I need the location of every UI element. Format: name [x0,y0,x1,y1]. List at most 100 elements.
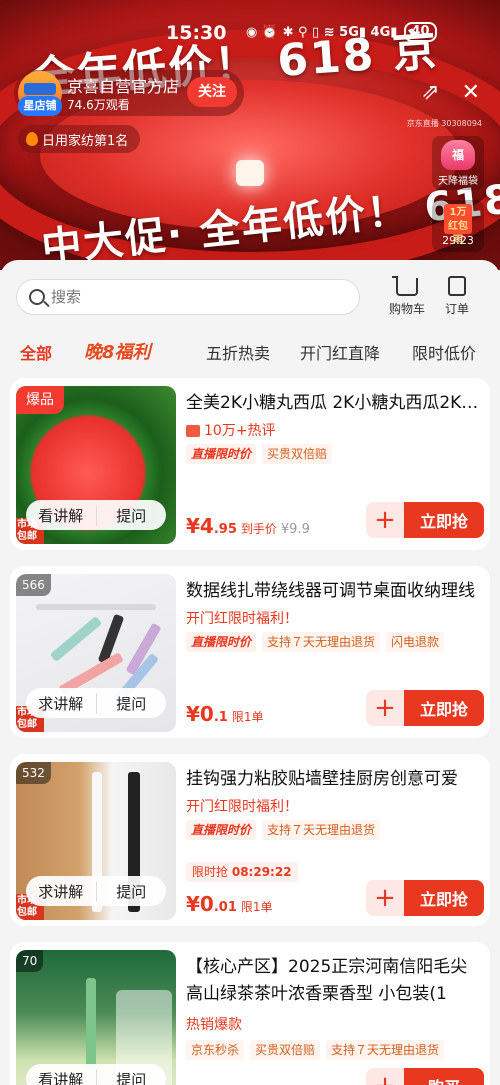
follow-button[interactable]: 关注 [187,77,237,107]
tab-limited-low[interactable]: 限时低价 [412,340,476,364]
rank-badge[interactable]: 日用家纺第1名 [18,125,141,153]
tag-row: 直播限时价 支持７天无理由退货 [186,820,381,840]
add-to-cart-button[interactable]: + [366,1068,404,1085]
tag: 直播限时价 [186,632,257,652]
ask-button[interactable]: 提问 [97,1069,167,1085]
explain-question-pair: 看讲解 提问 [26,500,166,530]
explain-question-pair: 求讲解 提问 [26,876,166,906]
order-icon [448,276,466,296]
battery-icon: 40 [404,22,437,42]
request-explain-button[interactable]: 求讲解 [26,692,97,714]
orders-button[interactable]: 订单 [432,276,482,317]
tab-half-price[interactable]: 五折热卖 [206,340,270,364]
search-icon [29,289,45,305]
tab-evening-8[interactable]: 晚8福利 [84,338,151,364]
hot-reviews: 10万+热评 [186,420,276,440]
original-price: ¥9.9 [280,522,310,537]
price: ¥0.1 限1单 [186,702,263,726]
search-input[interactable] [51,288,331,306]
add-to-cart-button[interactable]: + [366,502,404,538]
buy-now-button[interactable]: 立即抢 [404,502,484,538]
tag: 支持７天无理由退货 [326,1040,445,1060]
product-sheet: 购物车 订单 全部 晚8福利 五折热卖 开门红直降 限时低价 爆品 市场 包邮 … [0,260,500,1085]
tag: 买贵双倍赔 [250,1040,321,1060]
tag: 支持７天无理由退货 [262,820,381,840]
category-tabs: 全部 晚8福利 五折热卖 开门红直降 限时低价 [0,340,500,370]
rank-number-badge: 566 [16,574,51,596]
product-image[interactable]: 70 看讲解 提问 [16,950,176,1085]
price: ¥4.95 到手价 ¥9.9 [186,514,310,538]
tag-row: 直播限时价 买贵双倍赔 [186,444,333,464]
product-title[interactable]: 【核心产区】2025正宗河南信阳毛尖高山绿茶茶叶浓香栗香型 小包装(1 [186,954,482,1010]
tag: 闪电退款 [386,632,445,652]
rank-text: 日用家纺第1名 [42,133,129,149]
store-badge: 星店铺 [18,96,62,116]
explain-question-pair: 看讲解 提问 [26,1064,166,1085]
rank-number-badge: 70 [16,950,44,972]
product-image[interactable]: 532 市场 包邮 求讲解 提问 [16,762,176,920]
product-image[interactable]: 爆品 市场 包邮 看讲解 提问 [16,386,176,544]
price-dec: .95 [213,522,237,537]
close-icon[interactable]: ✕ [462,80,480,105]
search-bar[interactable] [16,279,360,315]
price-note: 到手价 [240,522,277,536]
ask-button[interactable]: 提问 [97,693,167,714]
explain-button[interactable]: 看讲解 [26,1068,97,1085]
hero-actions: ⇗ ✕ [421,80,480,105]
red-packet-icon: 1万 红包雨 [444,204,472,246]
red-packet-widget[interactable]: 1万 红包雨 29:23 [432,200,484,252]
product-card[interactable]: 爆品 市场 包邮 看讲解 提问 全美2K小糖丸西瓜 2K小糖丸西瓜2K小糖丸西瓜… [10,378,490,550]
lucky-bag-icon: 福 [441,140,475,170]
buy-now-button[interactable]: 立即抢 [404,690,484,726]
cart-label: 购物车 [388,302,425,316]
tab-opening-drop[interactable]: 开门红直降 [300,340,380,364]
price-dec: .01 [213,900,237,915]
explain-button[interactable]: 看讲解 [26,504,97,526]
hot-badge: 爆品 [16,386,64,414]
cart-icon [392,276,418,296]
product-card[interactable]: 70 看讲解 提问 【核心产区】2025正宗河南信阳毛尖高山绿茶茶叶浓香栗香型 … [10,942,490,1085]
rank-number-badge: 532 [16,762,51,784]
product-card[interactable]: 566 市场 包邮 求讲解 提问 数据线扎带绕线器可调节桌面收纳理线 开门红限时… [10,566,490,738]
buy-button[interactable]: 购买 [404,1068,484,1085]
buy-now-button[interactable]: 立即抢 [404,880,484,916]
orders-label: 订单 [444,302,469,316]
ask-button[interactable]: 提问 [97,505,167,526]
status-icons-text: ◉ ⏰ ✱ ⚲ ▯ ≋ 5G▮ 4G▮ [246,24,398,40]
tag: 支持７天无理由退货 [262,632,381,652]
share-icon[interactable]: ⇗ [421,80,439,105]
lucky-bag-label: 天降福袋 [438,176,478,187]
countdown-label: 限时抢 [192,865,229,879]
product-title[interactable]: 数据线扎带绕线器可调节桌面收纳理线 [186,578,482,605]
tag: 直播限时价 [186,444,257,464]
add-to-cart-button[interactable]: + [366,880,404,916]
product-title[interactable]: 挂钩强力粘胶贴墙壁挂厨房创意可爱 [186,766,482,793]
lucky-bag-widget[interactable]: 福 天降福袋 [432,136,484,190]
thumb-icon [186,425,200,437]
price-note: 限1单 [231,710,264,724]
product-card[interactable]: 532 市场 包邮 求讲解 提问 挂钩强力粘胶贴墙壁挂厨房创意可爱 开门红限时福… [10,754,490,926]
product-title[interactable]: 全美2K小糖丸西瓜 2K小糖丸西瓜2K小糖丸西瓜 [186,390,482,417]
explain-question-pair: 求讲解 提问 [26,688,166,718]
cart-button[interactable]: 购物车 [382,276,432,317]
tag: 京东秒杀 [186,1040,245,1060]
product-subtitle: 热销爆款 [186,1017,242,1033]
live-watermark: 京东直播 30308094 [406,119,482,128]
tab-all[interactable]: 全部 [20,340,52,364]
status-bar: 15:30 ◉ ⏰ ✱ ⚲ ▯ ≋ 5G▮ 4G▮ 40 [0,0,500,62]
store-name[interactable]: 京喜自营官方店 [67,73,179,97]
flame-icon [26,132,38,146]
add-to-cart-button[interactable]: + [366,690,404,726]
red-packet-timer: 29:23 [442,234,474,247]
countdown-value: 08:29:22 [231,865,292,879]
price-int: ¥0 [186,702,214,726]
price: ¥0.01 限1单 [186,892,273,916]
request-explain-button[interactable]: 求讲解 [26,880,97,902]
price-int: ¥0 [186,892,214,916]
tag: 买贵双倍赔 [262,444,333,464]
tag: 直播限时价 [186,820,257,840]
status-icons: ◉ ⏰ ✱ ⚲ ▯ ≋ 5G▮ 4G▮ 40 [246,22,437,42]
product-image[interactable]: 566 市场 包邮 求讲解 提问 [16,574,176,732]
price-dec: .1 [213,710,228,725]
ask-button[interactable]: 提问 [97,881,167,902]
